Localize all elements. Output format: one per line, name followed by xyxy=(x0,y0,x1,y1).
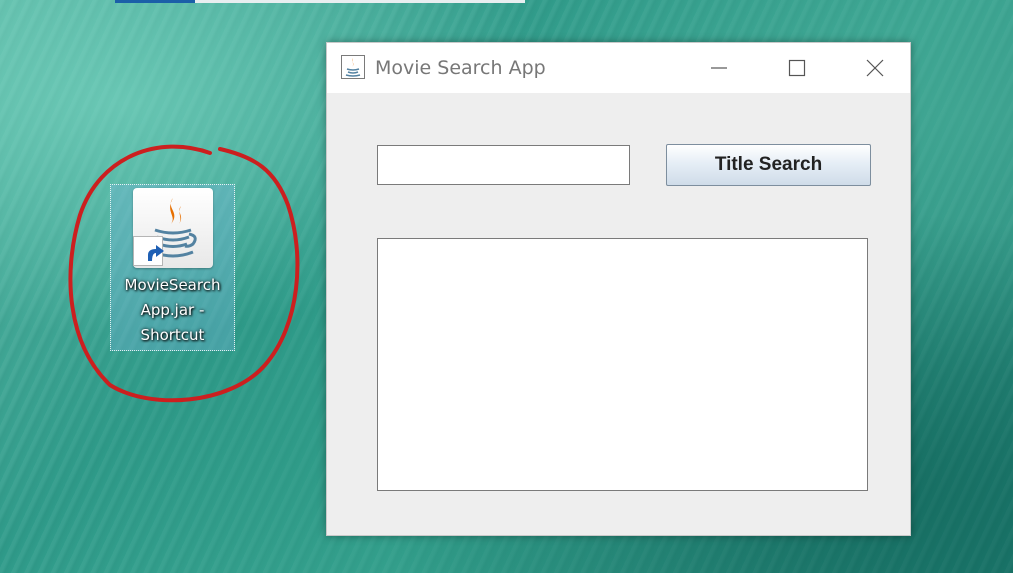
minimize-button[interactable] xyxy=(689,43,749,93)
results-area[interactable] xyxy=(377,238,868,491)
red-annotation-circle xyxy=(68,144,300,403)
maximize-button[interactable] xyxy=(767,43,827,93)
minimize-icon xyxy=(711,67,727,69)
maximize-icon xyxy=(788,59,806,77)
app-window: Movie Search App Title Search xyxy=(326,42,911,536)
window-title: Movie Search App xyxy=(375,57,546,79)
search-input[interactable] xyxy=(377,145,630,185)
java-icon xyxy=(341,55,365,79)
taskbar-sliver xyxy=(115,0,195,3)
close-icon xyxy=(866,59,884,77)
window-titlebar[interactable]: Movie Search App xyxy=(327,43,910,93)
window-content: Title Search xyxy=(327,93,910,535)
window-edge-sliver xyxy=(195,0,525,3)
title-search-button[interactable]: Title Search xyxy=(666,144,871,186)
close-button[interactable] xyxy=(845,43,905,93)
